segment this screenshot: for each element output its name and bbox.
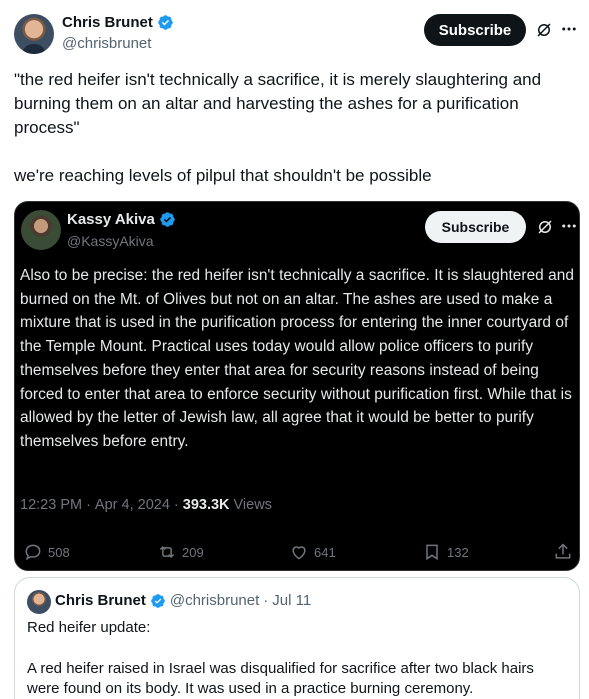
embedded-tweet-text: Also to be precise: the red heifer isn't… xyxy=(20,267,574,450)
bookmark-icon xyxy=(426,544,438,561)
author-name[interactable]: Chris Brunet xyxy=(62,14,153,31)
tweet-text-quote: "the red heifer isn't technically a sacr… xyxy=(14,70,546,137)
reply-action: 508 xyxy=(23,542,70,562)
embedded-tweet-meta: 12:23 PM · Apr 4, 2024 · 393.3K Views xyxy=(20,497,272,513)
reply-icon xyxy=(25,544,41,561)
verified-badge-icon xyxy=(158,15,173,30)
more-icon xyxy=(562,224,576,228)
tweet-text-comment: we're reaching levels of pilpul that sho… xyxy=(14,166,432,185)
subscribe-button[interactable]: Subscribe xyxy=(424,14,526,46)
embedded-views-label: Views xyxy=(233,497,272,513)
heart-icon xyxy=(292,546,306,560)
embedded-views-count: 393.3K xyxy=(182,497,230,513)
embedded-tweet-screenshot[interactable]: Kassy Akiva @KassyAkiva Subscribe Also t… xyxy=(14,201,580,571)
quoted-author-avatar xyxy=(27,590,51,614)
embedded-author-handle: @KassyAkiva xyxy=(67,233,154,249)
like-count: 641 xyxy=(314,544,336,560)
author-handle[interactable]: @chrisbrunet xyxy=(62,35,151,52)
quoted-author-handle: @chrisbrunet xyxy=(169,592,260,609)
embedded-author-name: Kassy Akiva xyxy=(67,211,155,228)
bookmark-action: 132 xyxy=(422,542,469,562)
share-icon xyxy=(555,543,571,559)
bookmark-count: 132 xyxy=(447,544,469,560)
grok-icon[interactable] xyxy=(535,21,553,39)
quoted-separator: · xyxy=(263,592,269,609)
embedded-subscribe-button: Subscribe xyxy=(425,211,526,243)
reply-count: 508 xyxy=(48,544,70,560)
embedded-author-name-row: Kassy Akiva xyxy=(67,211,176,228)
meta-separator: · xyxy=(173,497,179,513)
grok-icon xyxy=(538,220,552,234)
quoted-date: Jul 11 xyxy=(272,592,312,609)
more-icon[interactable] xyxy=(560,20,578,38)
quoted-tweet-card[interactable]: Chris Brunet @chrisbrunet · Jul 11 Red h… xyxy=(14,577,580,699)
embedded-tweet-date: Apr 4, 2024 xyxy=(94,497,170,513)
repost-icon xyxy=(159,545,175,559)
meta-separator: · xyxy=(86,497,91,513)
tweet-header: Chris Brunet @chrisbrunet Subscribe xyxy=(14,12,580,56)
embedded-author-avatar xyxy=(21,210,61,250)
quoted-text-line1: Red heifer update: xyxy=(27,619,151,636)
repost-count: 209 xyxy=(182,544,204,560)
quoted-text-line2: A red heifer raised in Israel was disqua… xyxy=(27,660,534,697)
repost-action: 209 xyxy=(157,542,204,562)
verified-badge-icon xyxy=(160,212,175,227)
embedded-action-bar: 508 209 641 132 xyxy=(15,542,579,566)
share-action xyxy=(553,542,573,562)
quoted-author-name: Chris Brunet xyxy=(55,592,146,609)
author-name-row: Chris Brunet xyxy=(62,14,174,31)
like-action: 641 xyxy=(289,542,336,562)
verified-badge-icon xyxy=(151,593,165,608)
author-avatar[interactable] xyxy=(14,14,54,54)
quoted-tweet-header: Chris Brunet @chrisbrunet · Jul 11 xyxy=(55,592,311,609)
embedded-tweet-time: 12:23 PM xyxy=(20,497,83,513)
